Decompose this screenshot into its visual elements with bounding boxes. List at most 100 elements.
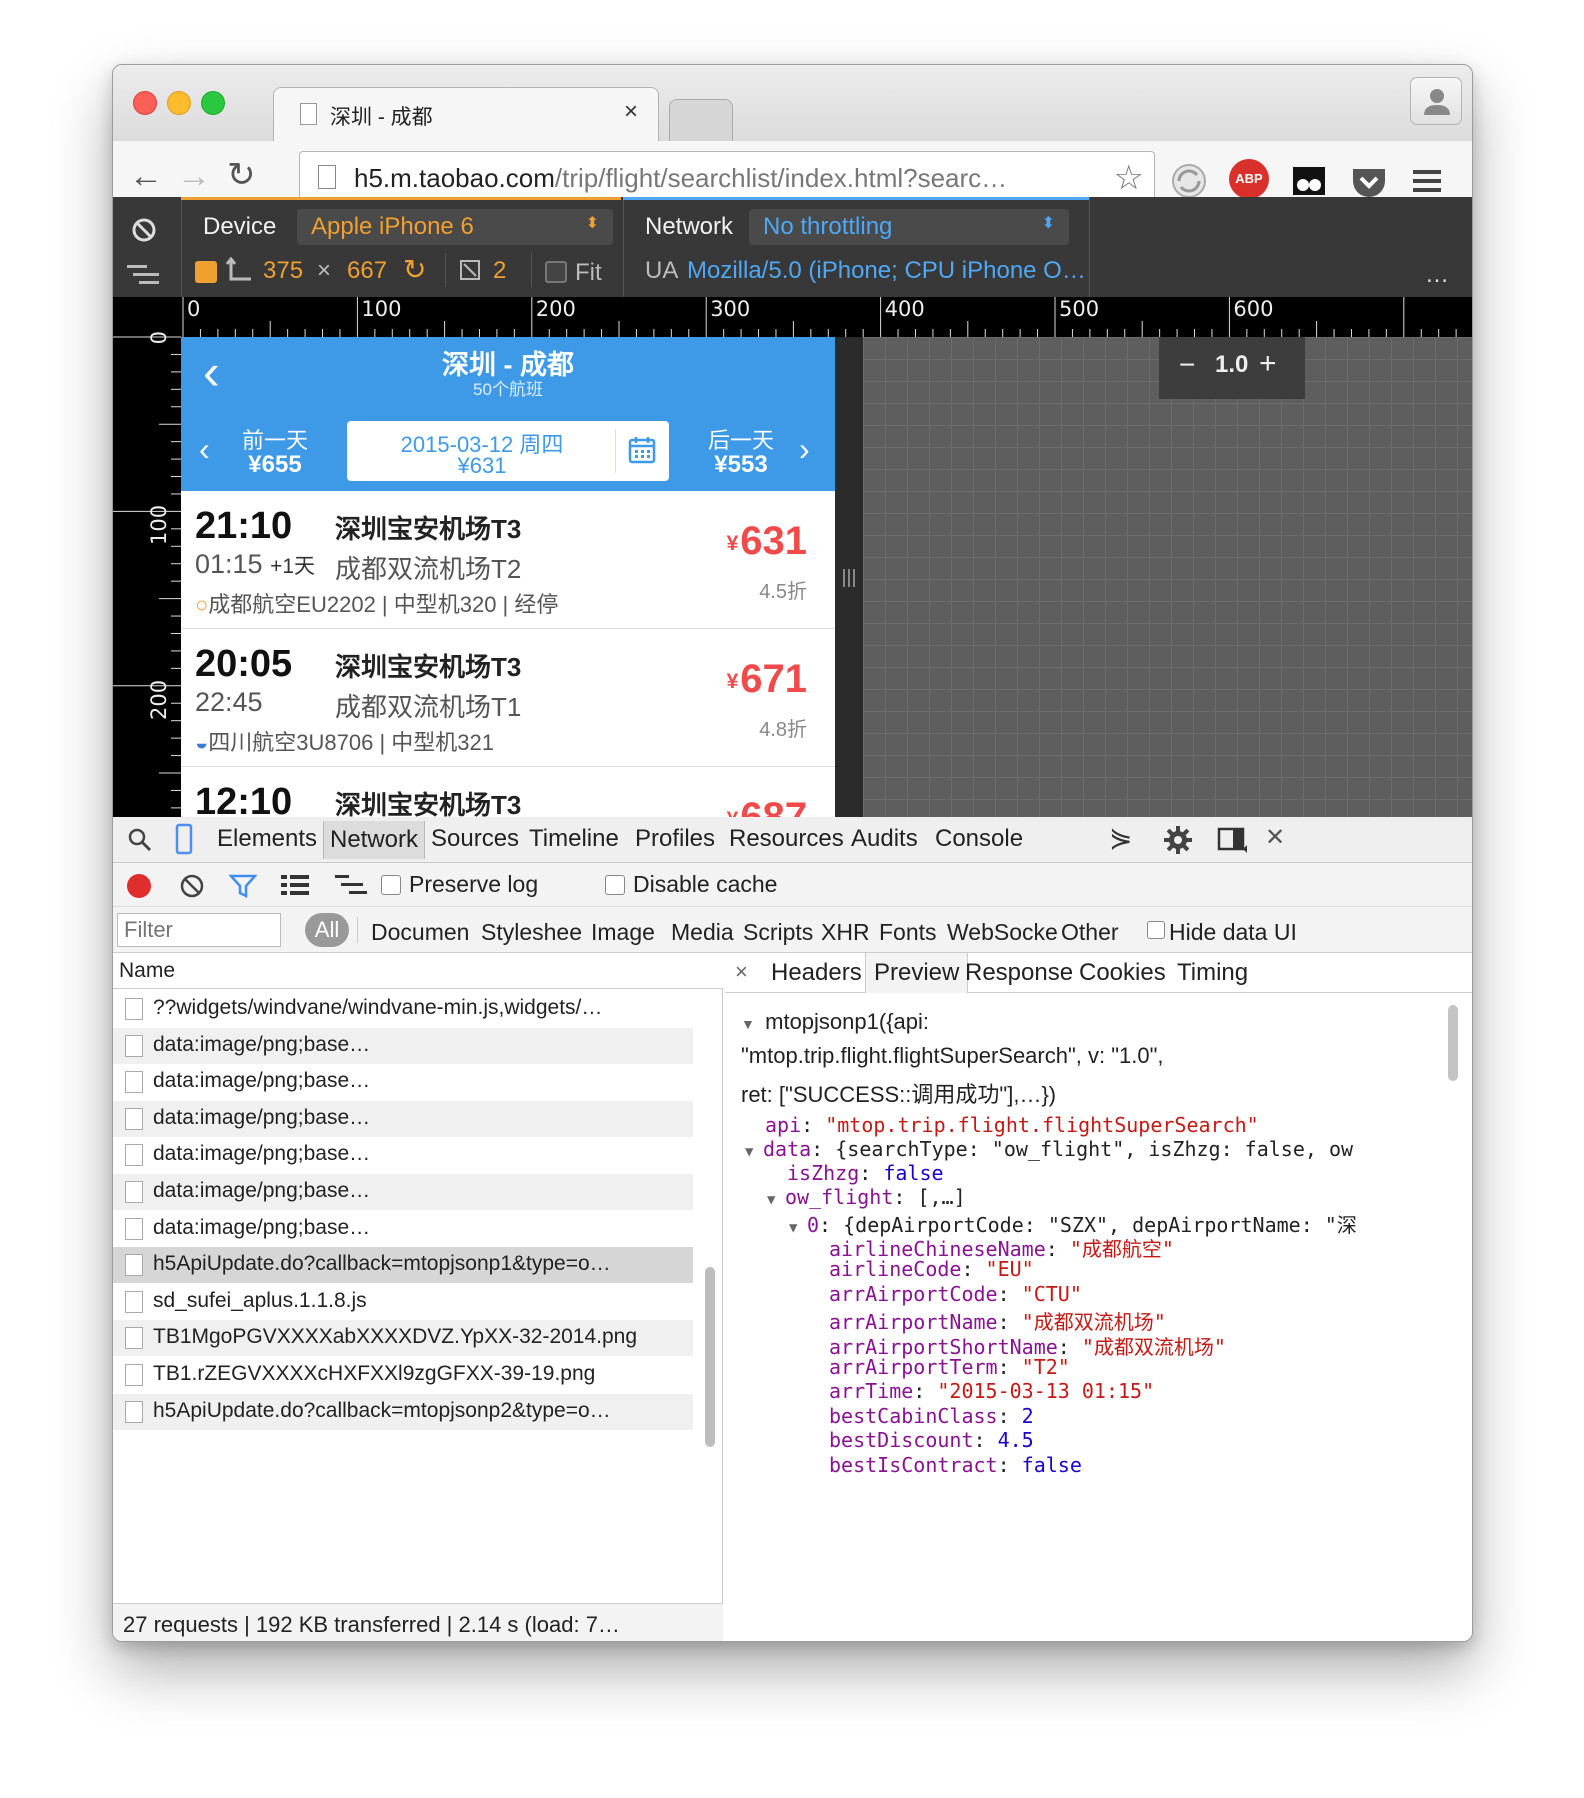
expand-triangle-icon[interactable]: ▼ bbox=[789, 1220, 807, 1236]
tab-elements[interactable]: Elements bbox=[217, 825, 317, 853]
filter-websockets[interactable]: WebSocke bbox=[947, 919, 1058, 946]
clear-icon[interactable] bbox=[179, 873, 205, 899]
device-mode-icon[interactable] bbox=[175, 823, 193, 855]
width-input[interactable]: 375 bbox=[263, 257, 303, 285]
close-devtools-icon[interactable]: ✕ bbox=[1265, 823, 1285, 852]
filter-xhr[interactable]: XHR bbox=[821, 919, 870, 946]
profile-button[interactable] bbox=[1410, 77, 1462, 125]
rotate-icon[interactable]: ↻ bbox=[403, 253, 426, 286]
disable-emulation-icon[interactable] bbox=[131, 217, 157, 243]
request-row[interactable]: TB1MgoPGVXXXXabXXXXDVZ.YpXX-32-2014.png bbox=[113, 1320, 693, 1357]
close-detail-icon[interactable]: × bbox=[735, 959, 748, 985]
request-row[interactable]: data:image/png;base… bbox=[113, 1100, 693, 1137]
tab-timing[interactable]: Timing bbox=[1177, 959, 1248, 987]
zoom-window-button[interactable] bbox=[201, 91, 225, 115]
tab-timeline[interactable]: Timeline bbox=[529, 825, 619, 853]
back-arrow-icon[interactable]: ← bbox=[129, 157, 163, 196]
date-picker[interactable]: 2015-03-12 周四 ¥631 bbox=[347, 421, 669, 481]
request-row[interactable]: sd_sufei_aplus.1.1.8.js bbox=[113, 1283, 693, 1320]
device-select[interactable]: Apple iPhone 6 ⬍ bbox=[297, 209, 613, 245]
large-rows-icon[interactable] bbox=[281, 873, 309, 897]
expand-triangle-icon[interactable]: ▼ bbox=[745, 1144, 763, 1160]
request-row[interactable]: ??widgets/windvane/windvane-min.js,widge… bbox=[113, 991, 693, 1027]
tab-cookies[interactable]: Cookies bbox=[1079, 959, 1166, 987]
request-row[interactable]: TB1.rZEGVXXXXcHXFXXl9zgGFXX-39-19.png bbox=[113, 1357, 693, 1393]
minimize-window-button[interactable] bbox=[167, 91, 191, 115]
tab-preview[interactable]: Preview bbox=[865, 953, 969, 993]
next-day-price[interactable]: ¥553 bbox=[693, 451, 789, 479]
dpr-value[interactable]: 2 bbox=[493, 257, 506, 285]
tab-resources[interactable]: Resources bbox=[729, 825, 844, 853]
network-select[interactable]: No throttling ⬍ bbox=[749, 209, 1069, 245]
expand-triangle-icon[interactable]: ▼ bbox=[767, 1192, 785, 1208]
prop-ow-flight[interactable]: ▼ ow_flight: [,…] bbox=[767, 1185, 966, 1209]
ua-value[interactable]: Mozilla/5.0 (iPhone; CPU iPhone O… bbox=[687, 257, 1086, 285]
preserve-log-checkbox[interactable] bbox=[381, 875, 401, 895]
request-row[interactable]: data:image/png;base… bbox=[113, 1174, 693, 1210]
filter-all-button[interactable]: All bbox=[305, 913, 349, 947]
tab-response[interactable]: Response bbox=[965, 959, 1073, 987]
zoom-out-button[interactable]: − bbox=[1179, 349, 1195, 381]
filter-media[interactable]: Media bbox=[671, 919, 734, 946]
url-text[interactable]: h5.m.taobao.com/trip/flight/searchlist/i… bbox=[354, 163, 1007, 194]
flight-item[interactable]: 21:10 01:15 +1天 深圳宝安机场T3 成都双流机场T2 ○成都航空E… bbox=[181, 491, 835, 629]
request-row[interactable]: h5ApiUpdate.do?callback=mtopjsonp2&type=… bbox=[113, 1393, 693, 1430]
sync-extension-icon[interactable] bbox=[1169, 161, 1209, 201]
prop-data[interactable]: ▼ data: {searchType: "ow_flight", isZhzg:… bbox=[745, 1137, 1353, 1161]
expand-triangle-icon[interactable]: ▼ bbox=[741, 1016, 759, 1032]
menu-icon[interactable] bbox=[1407, 161, 1447, 201]
tab-console[interactable]: Console bbox=[935, 825, 1023, 853]
filter-images[interactable]: Image bbox=[591, 919, 655, 946]
viewport-resize-handle[interactable] bbox=[835, 337, 863, 817]
request-row[interactable]: data:image/png;base… bbox=[113, 1137, 693, 1174]
scrollbar-thumb[interactable] bbox=[1448, 1005, 1458, 1081]
flight-item[interactable]: 20:05 22:45 深圳宝安机场T3 成都双流机场T1 ◒四川航空3U870… bbox=[181, 629, 835, 767]
extension-glasses-icon[interactable] bbox=[1289, 161, 1329, 201]
requests-scrollbar[interactable] bbox=[703, 989, 717, 1603]
calendar-icon[interactable] bbox=[627, 435, 657, 465]
preview-scrollbar[interactable] bbox=[1446, 995, 1460, 1640]
dock-side-icon[interactable] bbox=[1217, 827, 1247, 853]
zoom-in-button[interactable]: + bbox=[1259, 347, 1277, 381]
tab-headers[interactable]: Headers bbox=[771, 959, 862, 987]
close-window-button[interactable] bbox=[133, 91, 157, 115]
filter-input[interactable] bbox=[117, 913, 281, 947]
prev-day-chevron-icon[interactable]: ‹ bbox=[199, 431, 210, 468]
request-row[interactable]: data:image/png;base… bbox=[113, 1027, 693, 1064]
tab-audits[interactable]: Audits bbox=[851, 825, 918, 853]
search-icon[interactable] bbox=[127, 827, 153, 853]
resize-checkbox[interactable] bbox=[195, 261, 217, 283]
prev-day-price[interactable]: ¥655 bbox=[227, 451, 323, 479]
gear-icon[interactable] bbox=[1163, 825, 1193, 855]
filter-fonts[interactable]: Fonts bbox=[879, 919, 937, 946]
filter-stylesheet[interactable]: Styleshee bbox=[481, 919, 582, 946]
filter-other[interactable]: Other bbox=[1061, 919, 1119, 946]
forward-arrow-icon[interactable]: → bbox=[177, 157, 211, 196]
tab-network[interactable]: Network bbox=[323, 821, 426, 859]
fit-checkbox[interactable] bbox=[545, 261, 567, 283]
more-options[interactable]: … bbox=[1425, 261, 1449, 289]
console-drawer-icon[interactable]: ⋟ bbox=[1109, 821, 1132, 854]
scrollbar-thumb[interactable] bbox=[705, 1267, 715, 1447]
height-input[interactable]: 667 bbox=[347, 257, 387, 285]
tab-close-icon[interactable]: × bbox=[624, 98, 638, 126]
tab-sources[interactable]: Sources bbox=[431, 825, 519, 853]
disable-cache-checkbox[interactable] bbox=[605, 875, 625, 895]
next-day-chevron-icon[interactable]: › bbox=[799, 431, 810, 468]
adblock-icon[interactable]: ABP bbox=[1229, 159, 1269, 199]
overview-icon[interactable] bbox=[335, 873, 367, 897]
filter-document[interactable]: Documen bbox=[371, 919, 469, 946]
reload-icon[interactable]: ↻ bbox=[227, 155, 256, 195]
star-icon[interactable]: ☆ bbox=[1114, 158, 1144, 198]
flight-item[interactable]: 12:10 深圳宝安机场T3 ¥687 bbox=[181, 767, 835, 817]
request-row[interactable]: data:image/png;base… bbox=[113, 1210, 693, 1247]
request-row[interactable]: h5ApiUpdate.do?callback=mtopjsonp1&type=… bbox=[113, 1247, 693, 1284]
filter-scripts[interactable]: Scripts bbox=[743, 919, 813, 946]
tab-profiles[interactable]: Profiles bbox=[635, 825, 715, 853]
preview-root[interactable]: ▼ mtopjsonp1({api: bbox=[741, 1009, 929, 1035]
request-row[interactable]: data:image/png;base… bbox=[113, 1064, 693, 1101]
name-column-header[interactable]: Name bbox=[113, 953, 723, 989]
record-icon[interactable] bbox=[127, 874, 151, 898]
pocket-icon[interactable] bbox=[1349, 161, 1389, 201]
new-tab-button[interactable] bbox=[669, 99, 733, 141]
